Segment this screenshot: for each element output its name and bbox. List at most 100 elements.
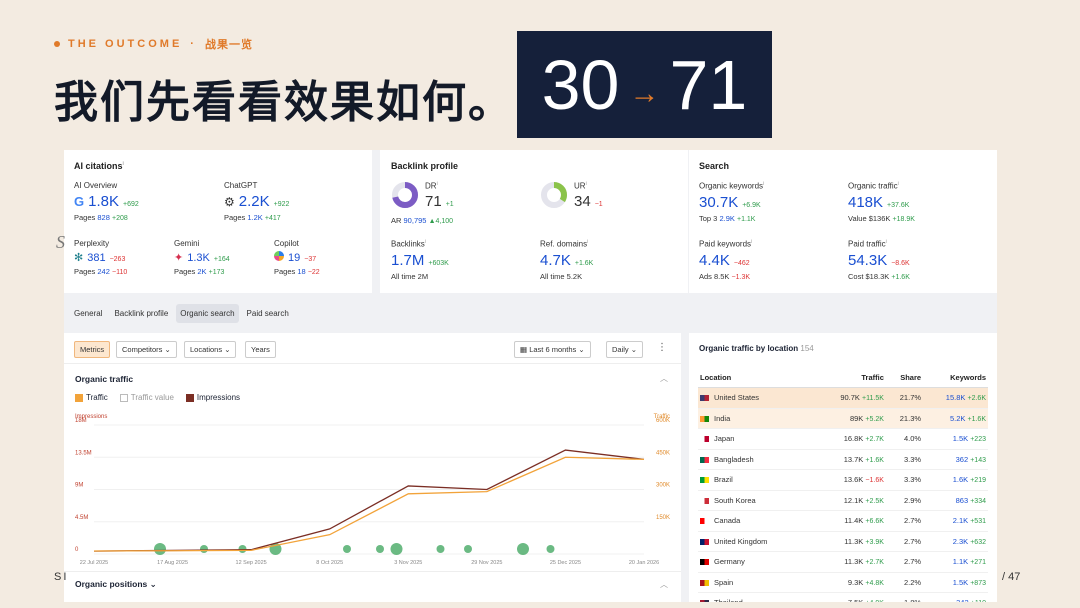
flag-icon xyxy=(700,395,709,402)
paid-traffic-label: Paid traffic xyxy=(848,239,886,249)
legend-impressions[interactable]: Impressions xyxy=(185,393,240,402)
interval-dropdown[interactable]: Daily ⌄ xyxy=(606,341,644,358)
location-cell[interactable]: Bangladesh xyxy=(698,449,816,470)
table-row[interactable]: South Korea 12.1K +2.5K 2.9% 863 +334 xyxy=(698,490,988,511)
right-tick-label: 450K xyxy=(656,450,670,456)
score-from: 30 xyxy=(541,45,620,124)
location-cell[interactable]: Canada xyxy=(698,510,816,532)
table-row[interactable]: Canada 11.4K +6.6K 2.7% 2.1K +531 xyxy=(698,510,988,532)
location-cell[interactable]: Brazil xyxy=(698,469,816,491)
ai-overview-metric[interactable]: AI Overview G 1.8K +692 Pages 828 +208 xyxy=(74,181,139,222)
organic-keywords-metric[interactable]: Organic keywordsi 30.7K +6.9K Top 3 2.9K … xyxy=(699,181,764,223)
table-row[interactable]: India 89K +5.2K 21.3% 5.2K +1.6K xyxy=(698,408,988,429)
legend-traffic[interactable]: Traffic xyxy=(75,393,108,402)
ar-line: AR 90,795 ▲4,100 xyxy=(391,216,454,225)
gemini-pages[interactable]: 2K xyxy=(197,267,206,276)
location-cell[interactable]: South Korea xyxy=(698,490,816,511)
location-cell[interactable]: Spain xyxy=(698,572,816,593)
top3-value[interactable]: 2.9K xyxy=(719,214,734,223)
keywords-cell[interactable]: 362 +143 xyxy=(923,449,988,470)
organic-traffic-metric[interactable]: Organic traffici 418K +37.6K Value $136K … xyxy=(848,181,915,223)
flag-icon xyxy=(700,497,709,504)
collapse-chevron-icon[interactable]: ︿ xyxy=(660,373,668,384)
ai-overview-label: AI Overview xyxy=(74,181,118,190)
keywords-cell[interactable]: 5.2K +1.6K xyxy=(923,408,988,429)
pages-label: Pages xyxy=(74,213,96,222)
more-menu-icon[interactable]: ⋮ xyxy=(657,342,667,353)
section-tabs: General Backlink profile Organic search … xyxy=(64,293,997,333)
keywords-cell[interactable]: 342 +110 xyxy=(923,592,988,602)
collapse-chevron-icon[interactable]: ︿ xyxy=(660,579,668,590)
backlinks-metric[interactable]: Backlinksi 1.7M +603K All time 2M xyxy=(391,239,449,281)
paid-keywords-metric[interactable]: Paid keywordsi 4.4K −462 Ads 8.5K −1.3K xyxy=(699,239,752,281)
perplexity-metric[interactable]: Perplexity ✻ 381 −263 Pages 242 −110 xyxy=(74,239,127,276)
right-axis-ticks: 600K 450K 300K 150K xyxy=(656,418,670,521)
organic-keywords-delta: +6.9K xyxy=(742,201,761,209)
metrics-button[interactable]: Metrics xyxy=(74,341,111,358)
chatgpt-metric[interactable]: ChatGPT ⚙ 2.2K +922 Pages 1.2K +417 xyxy=(224,181,289,222)
location-cell[interactable]: India xyxy=(698,408,816,429)
flag-icon xyxy=(700,579,709,586)
organic-traffic-chart[interactable]: Impressions Traffic 18M13.5M9M4.5M0 600K… xyxy=(64,409,681,569)
ai-overview-pages[interactable]: 828 xyxy=(97,213,110,222)
col-keywords[interactable]: Keywords xyxy=(923,368,988,388)
table-row[interactable]: Bangladesh 13.7K +1.6K 3.3% 362 +143 xyxy=(698,449,988,470)
table-row[interactable]: Spain 9.3K +4.8K 2.2% 1.5K +873 xyxy=(698,572,988,593)
traffic-cell: 11.3K +3.9K xyxy=(816,531,886,552)
keywords-cell[interactable]: 2.3K +632 xyxy=(923,531,988,552)
tab-paid-search[interactable]: Paid search xyxy=(243,304,293,323)
locations-dropdown[interactable]: Locations ⌄ xyxy=(184,341,237,358)
left-tick-label: 4.5M xyxy=(75,515,88,521)
ref-domains-metric[interactable]: Ref. domainsi 4.7K +1.6K All time 5.2K xyxy=(540,239,593,281)
gemini-delta: +164 xyxy=(213,256,230,263)
ur-metric[interactable]: URi 34 −1 xyxy=(540,181,603,210)
paid-traffic-value: 54.3K xyxy=(848,251,888,269)
perplexity-pages[interactable]: 242 xyxy=(97,267,110,276)
keywords-cell[interactable]: 863 +334 xyxy=(923,490,988,511)
table-row[interactable]: Brazil 13.6K −1.6K 3.3% 1.6K +219 xyxy=(698,469,988,491)
col-location[interactable]: Location xyxy=(698,368,816,388)
keywords-cell[interactable]: 1.5K +873 xyxy=(923,572,988,593)
traffic-cell: 12.1K +2.5K xyxy=(816,490,886,511)
table-row[interactable]: Thailand7.5K +4.9K1.8%342 +110 xyxy=(698,592,988,602)
pages-label: Pages xyxy=(224,213,246,222)
paid-traffic-metric[interactable]: Paid traffici 54.3K −8.6K Cost $18.3K +1.… xyxy=(848,239,910,281)
flag-icon xyxy=(700,559,709,566)
gemini-metric[interactable]: Gemini ✦ 1.3K +164 Pages 2K +173 xyxy=(174,239,230,276)
col-share[interactable]: Share xyxy=(885,368,924,388)
location-cell[interactable]: Thailand xyxy=(698,592,816,602)
col-traffic[interactable]: Traffic xyxy=(816,368,886,388)
location-cell[interactable]: Japan xyxy=(698,428,816,450)
tab-backlink-profile[interactable]: Backlink profile xyxy=(110,304,172,323)
tab-general[interactable]: General xyxy=(70,304,106,323)
cost-delta: +1.6K xyxy=(891,273,910,281)
table-row[interactable]: Japan 16.8K +2.7K 4.0% 1.5K +223 xyxy=(698,428,988,450)
chatgpt-pages[interactable]: 1.2K xyxy=(247,213,262,222)
location-cell[interactable]: United Kingdom xyxy=(698,531,816,552)
ar-value[interactable]: 90,795 xyxy=(404,216,427,225)
event-marker xyxy=(154,543,166,555)
keywords-cell[interactable]: 15.8K +2.6K xyxy=(923,387,988,409)
keywords-cell[interactable]: 1.6K +219 xyxy=(923,469,988,491)
paid-keywords-label: Paid keywords xyxy=(699,239,752,249)
table-row[interactable]: United States 90.7K +11.5K 21.7% 15.8K +2.6… xyxy=(698,387,988,409)
google-icon: G xyxy=(74,194,85,209)
years-button[interactable]: Years xyxy=(245,341,276,358)
legend-traffic-value[interactable]: Traffic value xyxy=(119,393,174,402)
keywords-cell[interactable]: 1.1K +271 xyxy=(923,551,988,573)
competitors-dropdown[interactable]: Competitors ⌄ xyxy=(116,341,177,358)
table-row[interactable]: Germany 11.3K +2.7K 2.7% 1.1K +271 xyxy=(698,551,988,573)
date-range-dropdown[interactable]: ▦ Last 6 months ⌄ xyxy=(514,341,591,358)
location-count: 154 xyxy=(800,344,814,353)
tab-organic-search[interactable]: Organic search xyxy=(176,303,239,323)
keywords-cell[interactable]: 1.5K +223 xyxy=(923,428,988,450)
location-cell[interactable]: United States xyxy=(698,387,816,409)
copilot-metric[interactable]: Copilot 19 −37 Pages 18 −22 xyxy=(274,239,320,276)
organic-positions-toggle[interactable]: Organic positions ⌄ xyxy=(75,579,157,590)
keywords-cell[interactable]: 2.1K +531 xyxy=(923,510,988,532)
copilot-pages[interactable]: 18 xyxy=(297,267,305,276)
organic-keywords-value: 30.7K xyxy=(699,193,739,211)
table-row[interactable]: United Kingdom 11.3K +3.9K 2.7% 2.3K +632 xyxy=(698,531,988,552)
dr-metric[interactable]: DRi 71 +1 xyxy=(391,181,454,210)
location-cell[interactable]: Germany xyxy=(698,551,816,573)
